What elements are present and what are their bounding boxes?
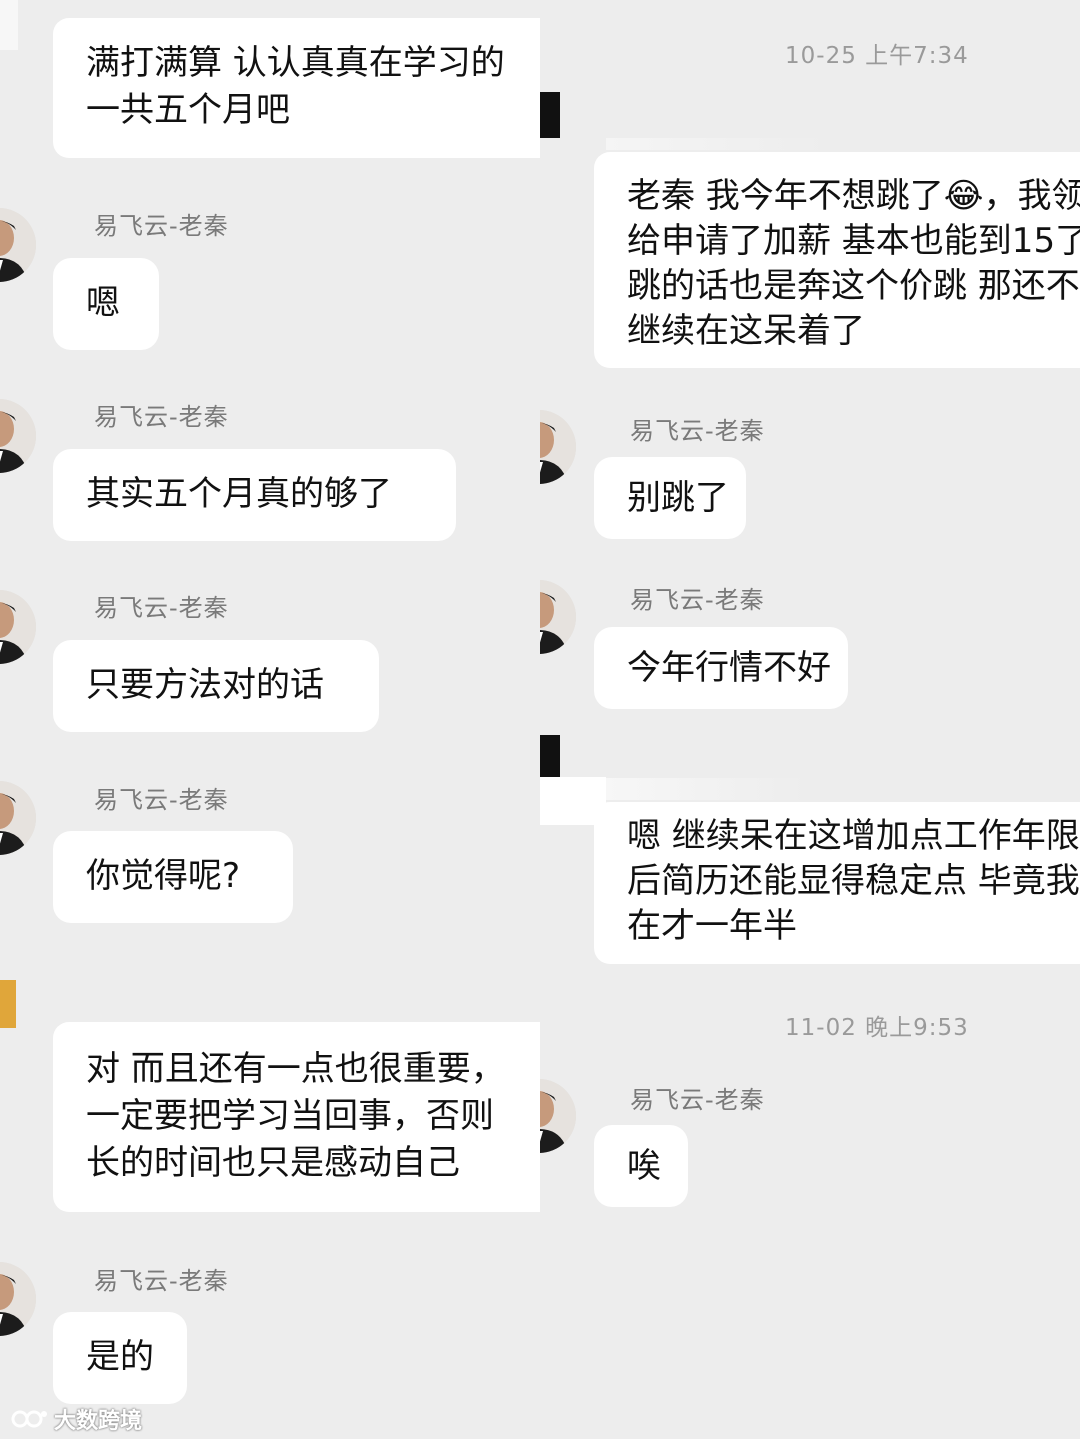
message-line: 嗯 bbox=[86, 283, 120, 323]
sender-name: 易飞云-老秦 bbox=[630, 1086, 765, 1114]
left-chat-panel: 满打满算 认认真真在学习的 一共五个月吧 易飞云-老秦 嗯 易飞云-老秦 其实五… bbox=[0, 0, 540, 1439]
screen-edge-shadow bbox=[606, 778, 806, 800]
message-bubble[interactable]: 唉 bbox=[594, 1125, 688, 1207]
message-bubble[interactable]: 别跳了 bbox=[594, 457, 746, 539]
person-avatar-icon bbox=[540, 580, 576, 654]
message-line: 其实五个月真的够了 bbox=[86, 474, 392, 514]
avatar[interactable] bbox=[0, 1262, 36, 1336]
sender-name: 易飞云-老秦 bbox=[94, 594, 229, 622]
avatar[interactable] bbox=[0, 399, 36, 473]
message-line: 一共五个月吧 bbox=[86, 90, 290, 130]
person-avatar-icon bbox=[0, 1262, 36, 1336]
right-chat-panel: 10-25 上午7:34 老秦 我今年不想跳了😂，我领导 给申请了加薪 基本也能… bbox=[540, 0, 1080, 1439]
timestamp: 10-25 上午7:34 bbox=[785, 43, 969, 69]
avatar[interactable] bbox=[0, 781, 36, 855]
message-bubble[interactable]: 老秦 我今年不想跳了😂，我领导 给申请了加薪 基本也能到15了 跳的话也是奔这个… bbox=[594, 152, 1080, 368]
sender-name: 易飞云-老秦 bbox=[94, 212, 229, 240]
watermark-text: 大数跨境 bbox=[54, 1409, 143, 1434]
message-bubble[interactable]: 嗯 bbox=[53, 258, 159, 350]
message-bubble[interactable]: 满打满算 认认真真在学习的 一共五个月吧 bbox=[53, 18, 540, 158]
sender-name: 易飞云-老秦 bbox=[94, 1267, 229, 1295]
accent-bar bbox=[0, 980, 16, 1028]
link-logo-icon bbox=[11, 1410, 47, 1428]
person-avatar-icon bbox=[0, 781, 36, 855]
message-line: 满打满算 认认真真在学习的 bbox=[86, 43, 505, 83]
message-bubble[interactable]: 嗯 继续呆在这增加点工作年限 后简历还能显得稳定点 毕竟我现 在才一年半 bbox=[594, 802, 1080, 964]
message-line: 嗯 继续呆在这增加点工作年限 bbox=[627, 816, 1080, 856]
avatar[interactable] bbox=[540, 410, 576, 484]
sender-name: 易飞云-老秦 bbox=[94, 403, 229, 431]
message-line: 老秦 我今年不想跳了😂，我领导 bbox=[627, 176, 1080, 216]
message-line: 一定要把学习当回事，否则 bbox=[86, 1096, 494, 1136]
avatar[interactable] bbox=[0, 208, 36, 282]
message-bubble[interactable]: 你觉得呢? bbox=[53, 831, 293, 923]
message-line: 后简历还能显得稳定点 毕竟我现 bbox=[627, 861, 1080, 901]
message-bubble[interactable]: 只要方法对的话 bbox=[53, 640, 379, 732]
left-edge-strip bbox=[0, 0, 18, 50]
message-line: 给申请了加薪 基本也能到15了 bbox=[627, 221, 1080, 261]
message-line: 你觉得呢? bbox=[86, 856, 241, 896]
sender-name: 易飞云-老秦 bbox=[630, 586, 765, 614]
screen-edge-shadow bbox=[540, 735, 560, 777]
sender-name: 易飞云-老秦 bbox=[94, 786, 229, 814]
message-line: 今年行情不好 bbox=[627, 648, 831, 688]
message-bubble[interactable]: 今年行情不好 bbox=[594, 627, 848, 709]
message-line: 继续在这呆着了 bbox=[627, 311, 865, 351]
person-avatar-icon bbox=[0, 399, 36, 473]
screen-edge-shadow bbox=[540, 92, 560, 138]
message-bubble[interactable]: 是的 bbox=[53, 1312, 187, 1404]
message-bubble[interactable]: 其实五个月真的够了 bbox=[53, 449, 456, 541]
avatar[interactable] bbox=[540, 1079, 576, 1153]
person-avatar-icon bbox=[540, 1079, 576, 1153]
person-avatar-icon bbox=[540, 410, 576, 484]
message-line: 别跳了 bbox=[627, 478, 729, 518]
message-line: 只要方法对的话 bbox=[86, 665, 324, 705]
timestamp: 11-02 晚上9:53 bbox=[785, 1015, 969, 1041]
screen-edge-shadow bbox=[606, 138, 826, 150]
person-avatar-icon bbox=[0, 590, 36, 664]
avatar[interactable] bbox=[540, 580, 576, 654]
person-avatar-icon bbox=[0, 208, 36, 282]
sender-name: 易飞云-老秦 bbox=[630, 417, 765, 445]
message-line: 唉 bbox=[627, 1146, 661, 1186]
message-bubble[interactable]: 对 而且还有一点也很重要， 一定要把学习当回事，否则 长的时间也只是感动自己 bbox=[53, 1022, 540, 1212]
message-line: 是的 bbox=[86, 1337, 154, 1377]
message-line: 对 而且还有一点也很重要， bbox=[86, 1049, 505, 1089]
watermark: 大数跨境 bbox=[10, 1404, 142, 1434]
message-line: 跳的话也是奔这个价跳 那还不如 bbox=[627, 266, 1080, 306]
message-line: 长的时间也只是感动自己 bbox=[86, 1143, 460, 1183]
message-line: 在才一年半 bbox=[627, 906, 797, 946]
avatar[interactable] bbox=[0, 590, 36, 664]
